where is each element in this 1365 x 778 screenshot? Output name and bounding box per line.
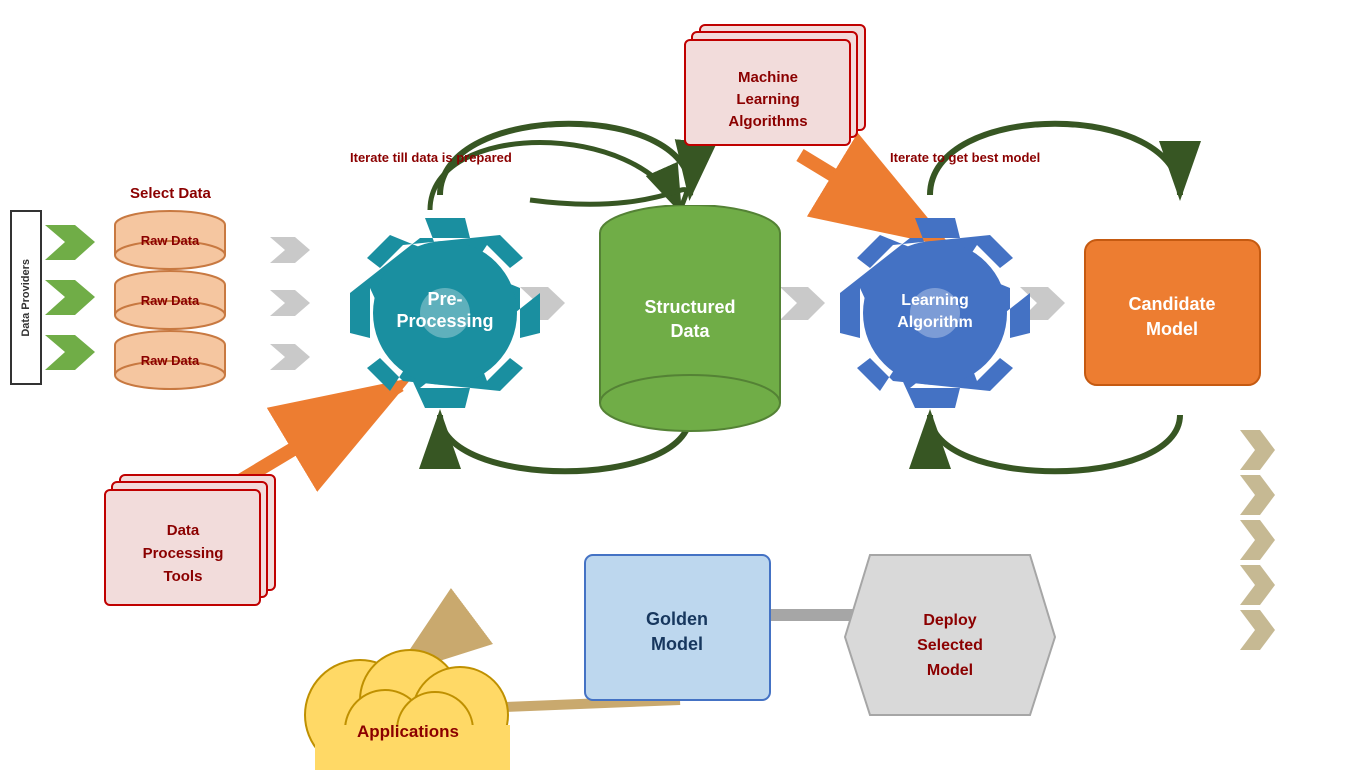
applications-cloud: Applications	[280, 635, 540, 775]
svg-text:Raw Data: Raw Data	[141, 353, 200, 368]
svg-text:Golden: Golden	[646, 609, 708, 629]
deploy-selected-model: Deploy Selected Model	[840, 550, 1060, 730]
svg-text:Selected: Selected	[917, 637, 983, 654]
svg-text:Applications: Applications	[357, 722, 459, 741]
provider-arrow-3	[45, 335, 95, 370]
raw-arrow-1	[270, 237, 310, 263]
cascade-1	[1240, 430, 1275, 470]
data-processing-tools-cards: Data Processing Tools	[100, 470, 300, 635]
svg-text:Processing: Processing	[396, 311, 493, 331]
svg-text:Pre-: Pre-	[427, 289, 462, 309]
candidate-model: Candidate Model	[1080, 230, 1270, 410]
svg-text:Model: Model	[651, 634, 703, 654]
svg-text:Processing: Processing	[143, 545, 224, 562]
data-providers-box: Data Providers	[10, 210, 42, 385]
cascade-4	[1240, 565, 1275, 605]
svg-text:Learning: Learning	[901, 292, 969, 309]
learning-cycle-bottom	[930, 415, 1180, 471]
diagram-container: Data Providers Select Data Raw Data Raw …	[0, 0, 1365, 778]
ml-algorithms-cards: Machine Learning Algorithms	[680, 20, 880, 180]
select-data-label: Select Data	[130, 185, 211, 202]
data-providers-label: Data Providers	[20, 259, 32, 337]
structured-data: Structured Data	[590, 205, 790, 445]
svg-text:Machine: Machine	[738, 69, 798, 86]
provider-arrow-2	[45, 280, 95, 315]
cascade-5	[1240, 610, 1275, 650]
golden-model-box: Golden Model	[580, 550, 775, 715]
provider-arrow-1	[45, 225, 95, 260]
svg-text:Deploy: Deploy	[923, 612, 976, 629]
iterate-model-label: Iterate to get best model	[890, 150, 1040, 165]
svg-text:Learning: Learning	[736, 91, 799, 108]
svg-text:Structured: Structured	[644, 297, 735, 317]
svg-text:Tools: Tools	[164, 568, 203, 585]
iterate-data-label: Iterate till data is prepared	[350, 150, 512, 165]
cascade-2	[1240, 475, 1275, 515]
svg-text:Model: Model	[1146, 319, 1198, 339]
svg-text:Raw Data: Raw Data	[141, 233, 200, 248]
svg-text:Raw Data: Raw Data	[141, 293, 200, 308]
cascade-3	[1240, 520, 1275, 560]
raw-data-3: Raw Data	[110, 330, 230, 400]
svg-text:Data: Data	[670, 321, 710, 341]
svg-text:Data: Data	[167, 522, 200, 539]
learning-algorithm-gear: Learning Algorithm	[840, 215, 1030, 415]
preprocessing-gear: Pre- Processing	[350, 215, 540, 415]
raw-arrow-2	[270, 290, 310, 316]
raw-arrow-3	[270, 344, 310, 370]
svg-text:Model: Model	[927, 662, 973, 679]
svg-text:Algorithms: Algorithms	[728, 113, 807, 130]
svg-text:Candidate: Candidate	[1128, 294, 1215, 314]
svg-text:Algorithm: Algorithm	[897, 314, 973, 331]
